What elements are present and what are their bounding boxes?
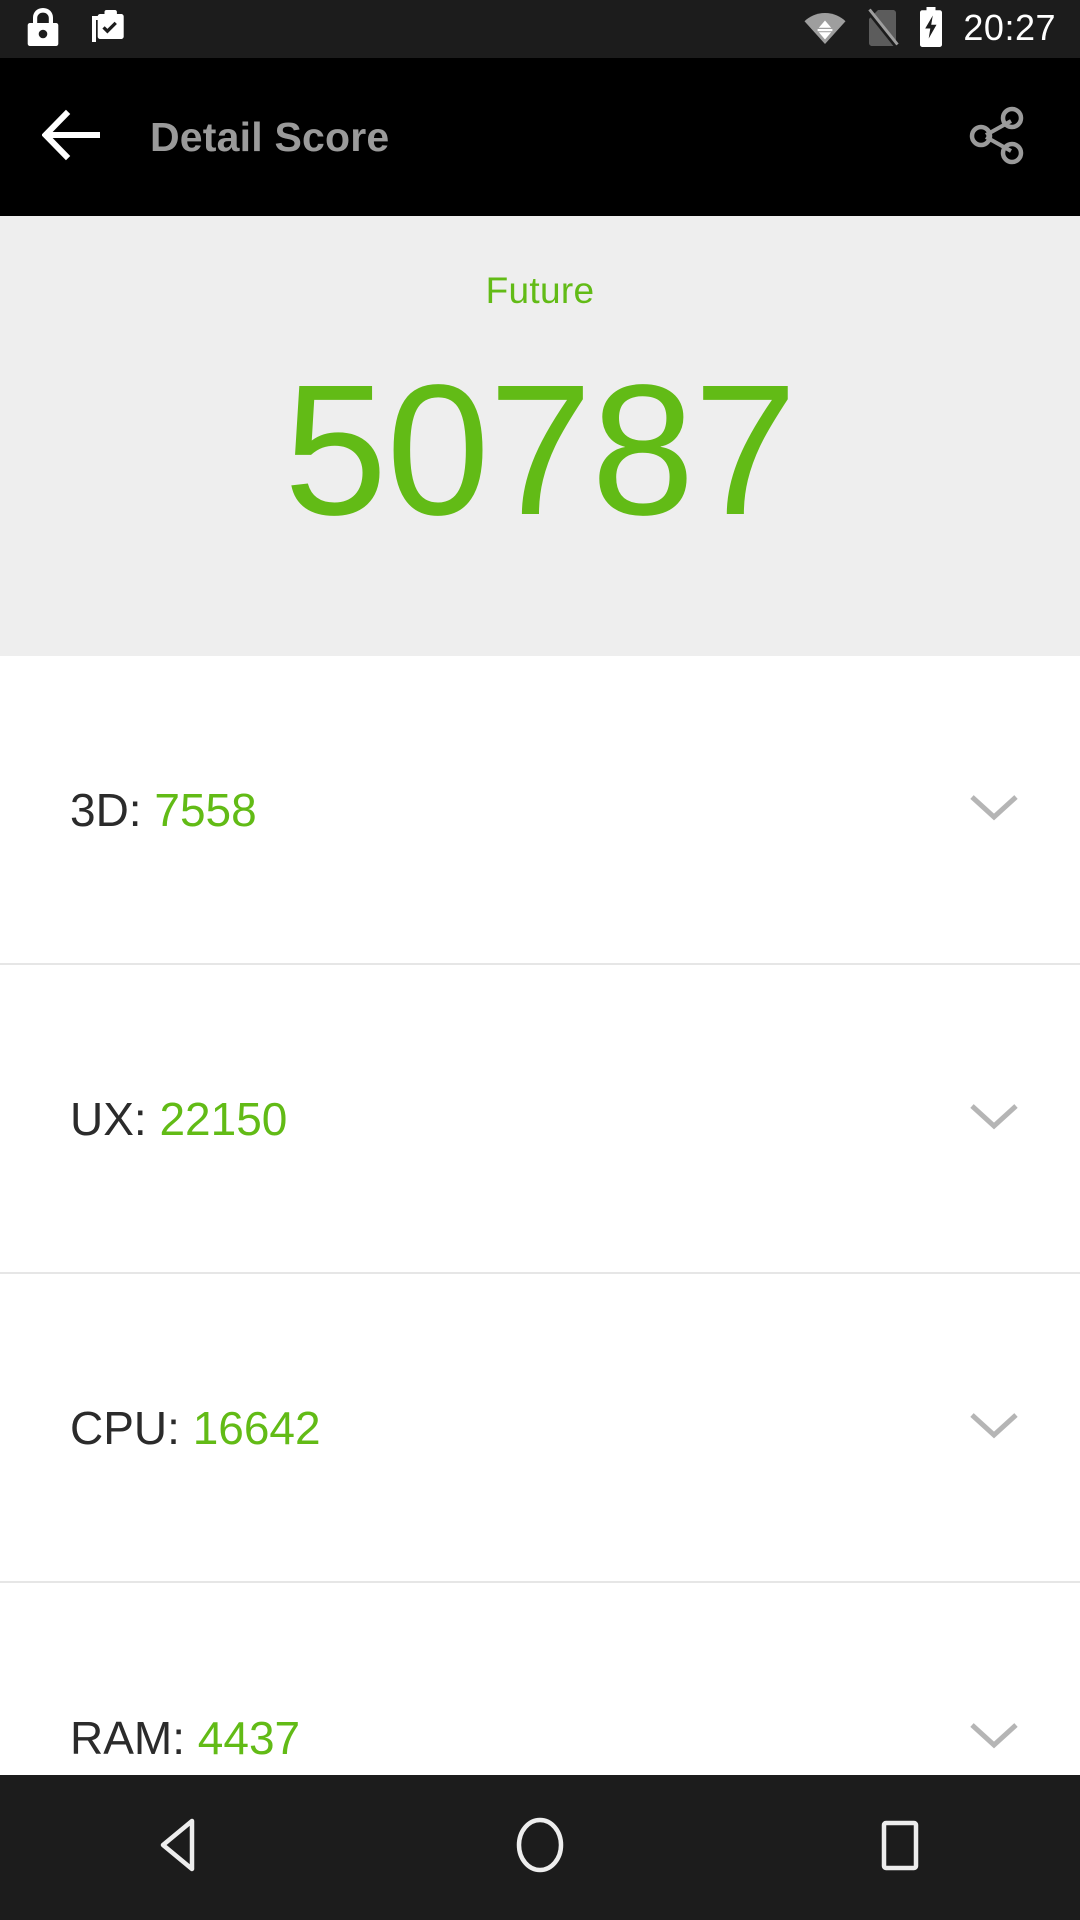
back-button[interactable] — [40, 104, 106, 170]
nav-back-icon — [152, 1815, 208, 1880]
score-list: 3D: 7558 UX: 22150 CPU: 16642 RAM: 4437 — [0, 656, 1080, 1892]
status-bar: 20:27 — [0, 0, 1080, 58]
score-row-value: 16642 — [192, 1401, 321, 1454]
system-navigation-bar — [0, 1775, 1080, 1920]
score-row-value: 22150 — [159, 1092, 288, 1145]
score-row-key: RAM: — [70, 1711, 185, 1764]
score-row-value: 4437 — [197, 1711, 301, 1764]
share-icon — [965, 104, 1029, 171]
total-score-panel: Future 50787 — [0, 216, 1080, 656]
total-score-value: 50787 — [283, 347, 797, 554]
chevron-down-icon — [968, 1101, 1020, 1136]
score-row-3d[interactable]: 3D: 7558 — [0, 656, 1080, 965]
chevron-down-icon — [968, 792, 1020, 827]
app-bar: Detail Score — [0, 58, 1080, 216]
nav-recents-button[interactable] — [825, 1775, 975, 1920]
lock-icon — [26, 6, 60, 53]
battery-charging-icon — [917, 5, 945, 54]
expand-row-ux-button[interactable] — [964, 1101, 1024, 1137]
expand-row-3d-button[interactable] — [964, 792, 1024, 828]
status-bar-right-icons: 20:27 — [803, 5, 1056, 54]
score-row-ux[interactable]: UX: 22150 — [0, 965, 1080, 1274]
nav-home-icon — [510, 1815, 570, 1880]
phone-screen: 20:27 Detail Score Future 50787 3D: 7558… — [0, 0, 1080, 1920]
status-bar-clock: 20:27 — [963, 7, 1056, 48]
nav-home-button[interactable] — [465, 1775, 615, 1920]
nav-recents-icon — [874, 1815, 926, 1880]
score-row-cpu[interactable]: CPU: 16642 — [0, 1274, 1080, 1583]
expand-row-cpu-button[interactable] — [964, 1410, 1024, 1446]
score-row-text: CPU: 16642 — [70, 1405, 321, 1451]
score-row-key: CPU: — [70, 1401, 180, 1454]
score-row-key: 3D: — [70, 783, 142, 836]
chevron-down-icon — [968, 1720, 1020, 1755]
status-bar-left-icons — [26, 6, 128, 53]
chevron-down-icon — [968, 1410, 1020, 1445]
score-row-text: UX: 22150 — [70, 1096, 287, 1142]
share-button[interactable] — [962, 102, 1032, 172]
back-arrow-icon — [41, 109, 104, 166]
score-row-text: RAM: 4437 — [70, 1715, 300, 1761]
benchmark-name-label: Future — [485, 270, 595, 311]
expand-row-ram-button[interactable] — [964, 1720, 1024, 1756]
score-row-value: 7558 — [154, 783, 257, 836]
score-row-key: UX: — [70, 1092, 147, 1145]
work-profile-check-icon — [86, 6, 128, 53]
page-title: Detail Score — [150, 113, 390, 160]
wifi-icon — [803, 7, 847, 52]
score-row-text: 3D: 7558 — [70, 787, 257, 833]
nav-back-button[interactable] — [105, 1775, 255, 1920]
no-sim-icon — [865, 6, 900, 53]
